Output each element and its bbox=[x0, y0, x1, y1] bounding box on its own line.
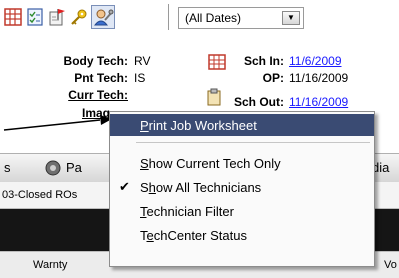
menu-item-label: how Current Tech Only bbox=[148, 156, 281, 171]
pnt-tech-label: Pnt Tech: bbox=[74, 71, 128, 85]
accelerator-key: h bbox=[148, 180, 156, 195]
sch-out-label: Sch Out: bbox=[234, 95, 284, 109]
tab-left-fragment[interactable]: s bbox=[4, 160, 11, 175]
accelerator-key: S bbox=[140, 156, 149, 171]
body-tech-value: RV bbox=[134, 54, 151, 68]
sch-out-date-link[interactable]: 11/16/2009 bbox=[289, 95, 348, 109]
checklist-icon[interactable] bbox=[26, 8, 44, 26]
clipboard-icon bbox=[206, 88, 222, 106]
toolbar: (All Dates) ▼ bbox=[0, 0, 399, 36]
menu-item-technician-filter[interactable]: Technician Filter bbox=[110, 200, 374, 222]
menu-item-label-prefix: S bbox=[140, 180, 149, 195]
op-date-value: 11/16/2009 bbox=[289, 71, 349, 85]
menu-item-label: echnician Filter bbox=[146, 204, 234, 219]
menu-separator bbox=[136, 142, 370, 143]
curr-tech-label[interactable]: Curr Tech: bbox=[38, 88, 128, 102]
subtab-closed-ros[interactable]: 03-Closed ROs bbox=[2, 189, 77, 201]
accelerator-key: e bbox=[146, 228, 154, 243]
column-header-warranty[interactable]: Warnty bbox=[33, 259, 67, 271]
sch-in-date-link[interactable]: 11/6/2009 bbox=[289, 54, 342, 68]
schedule-icon bbox=[208, 54, 226, 70]
body-tech-label: Body Tech: bbox=[63, 54, 128, 68]
menu-item-label: ow All Technicians bbox=[155, 180, 262, 195]
column-header-last[interactable]: Vo bbox=[384, 259, 397, 271]
menu-item-label: rint Job Worksheet bbox=[148, 118, 257, 133]
toolbar-divider bbox=[168, 4, 169, 30]
annotation-arrow bbox=[0, 108, 120, 138]
tech-wrench-icon[interactable] bbox=[91, 5, 115, 29]
menu-item-label: chCenter Status bbox=[153, 228, 247, 243]
tab-pa[interactable]: Pa bbox=[44, 157, 114, 179]
accelerator-key: P bbox=[140, 118, 149, 133]
menu-item-print-job-worksheet[interactable]: Print Job Worksheet bbox=[110, 114, 374, 136]
checkmark-icon: ✔ bbox=[119, 179, 130, 194]
pnt-tech-value: IS bbox=[134, 71, 146, 85]
sch-in-label: Sch In: bbox=[243, 54, 284, 68]
gear-icon bbox=[44, 159, 62, 177]
tab-pa-label: Pa bbox=[66, 160, 82, 175]
chevron-down-icon[interactable]: ▼ bbox=[282, 11, 300, 25]
menu-item-techcenter-status[interactable]: TechCenter Status bbox=[110, 224, 374, 246]
context-menu: Print Job Worksheet Show Current Tech On… bbox=[109, 111, 375, 267]
flag-icon[interactable] bbox=[48, 8, 66, 26]
key-icon[interactable] bbox=[70, 8, 88, 26]
date-filter-select[interactable]: (All Dates) ▼ bbox=[178, 7, 304, 29]
menu-item-show-all-technicians[interactable]: ✔ Show All Technicians bbox=[110, 176, 374, 198]
menu-item-show-current-tech-only[interactable]: Show Current Tech Only bbox=[110, 152, 374, 174]
grid-icon[interactable] bbox=[4, 8, 22, 26]
op-label: OP: bbox=[262, 71, 284, 85]
date-filter-value: (All Dates) bbox=[185, 11, 242, 25]
